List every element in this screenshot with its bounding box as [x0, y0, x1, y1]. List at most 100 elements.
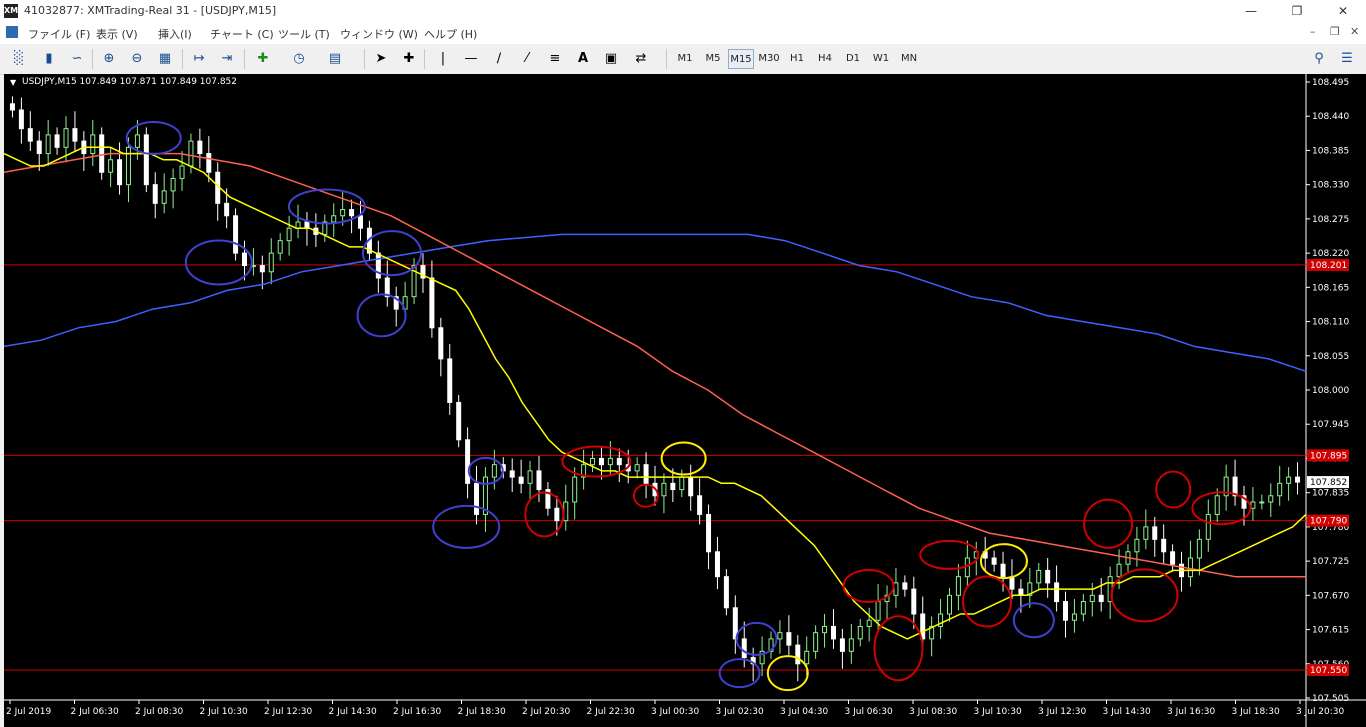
candle-body: [848, 638, 854, 652]
zoom-out-icon[interactable]: ⊖: [126, 48, 148, 70]
candle-body: [902, 582, 908, 590]
restore-button[interactable]: ❐: [1274, 0, 1320, 22]
candle-body: [54, 134, 60, 148]
candle-body: [286, 227, 292, 242]
candle-body: [1187, 557, 1193, 578]
candle-body: [616, 457, 622, 466]
price-tick-label: 108.495: [1312, 78, 1349, 88]
menu-insert[interactable]: 挿入(I): [158, 26, 192, 42]
menu-chart[interactable]: チャート (C): [210, 26, 274, 42]
menu-file[interactable]: ファイル (F): [28, 26, 90, 42]
text-icon[interactable]: A: [572, 48, 594, 70]
candle-body: [1143, 526, 1149, 540]
close-button[interactable]: ✕: [1320, 0, 1366, 22]
time-tick-label: 2 Jul 20:30: [522, 707, 571, 717]
timeframe-mn[interactable]: MN: [896, 49, 922, 69]
price-tick-label: 108.275: [1312, 215, 1349, 225]
timeframe-m1[interactable]: M1: [672, 49, 698, 69]
vertical-line-icon[interactable]: |: [432, 48, 454, 70]
time-tick-label: 3 Jul 18:30: [1232, 707, 1281, 717]
auto-scroll-icon[interactable]: ↦: [188, 48, 210, 70]
tile-windows-icon[interactable]: ▦: [154, 48, 176, 70]
candle-body: [491, 464, 497, 478]
mdi-close-button[interactable]: ✕: [1350, 25, 1359, 38]
templates-icon[interactable]: ▤: [324, 48, 346, 70]
menu-help[interactable]: ヘルプ (H): [424, 26, 477, 42]
equidistant-channel-icon[interactable]: ⁄: [516, 48, 538, 70]
candle-body: [786, 632, 792, 646]
time-tick-label: 2 Jul 22:30: [587, 707, 636, 717]
timeframe-m30[interactable]: M30: [756, 49, 782, 69]
price-tick-label: 108.055: [1312, 352, 1349, 362]
price-tick-label: 107.945: [1312, 420, 1349, 430]
minimize-button[interactable]: —: [1228, 0, 1274, 22]
candle-body: [90, 134, 96, 155]
candle-body: [1250, 501, 1256, 509]
time-tick-label: 3 Jul 02:30: [716, 707, 765, 717]
timeframe-m15[interactable]: M15: [728, 49, 754, 69]
mdi-restore-button[interactable]: ❐: [1330, 25, 1340, 38]
menu-tools[interactable]: ツール (T): [278, 26, 330, 42]
fibonacci-icon[interactable]: ≡: [544, 48, 566, 70]
price-tick-label: 108.385: [1312, 146, 1349, 156]
candle-body: [152, 184, 158, 204]
trendline-icon[interactable]: ∕: [488, 48, 510, 70]
candle-body: [607, 457, 613, 466]
price-tick-label: 107.835: [1312, 489, 1349, 499]
candlestick-chart-icon[interactable]: ▮: [38, 48, 60, 70]
menu-icon[interactable]: ☰: [1336, 48, 1358, 70]
chart-shift-icon[interactable]: ⇥: [216, 48, 238, 70]
candle-body: [188, 140, 194, 167]
symbol-info: USDJPY,M15 107.849 107.871 107.849 107.8…: [22, 77, 238, 87]
candle-body: [349, 209, 355, 217]
arrows-icon[interactable]: ⇄: [630, 48, 652, 70]
candle-body: [117, 159, 123, 186]
chart-dropdown-icon[interactable]: ▼: [10, 78, 16, 87]
text-label-icon[interactable]: ▣: [600, 48, 622, 70]
indicators-icon[interactable]: ✚: [252, 48, 274, 70]
candle-body: [99, 134, 105, 173]
chart-window[interactable]: 108.495 108.440 108.385 108.330 108.275 108.2…: [4, 74, 1366, 727]
candle-body: [723, 576, 729, 609]
crosshair-icon[interactable]: ✚: [398, 48, 420, 70]
candle-body: [161, 190, 167, 204]
timeframe-h1[interactable]: H1: [784, 49, 810, 69]
candle-body: [233, 215, 239, 254]
line-chart-icon[interactable]: ∽: [66, 48, 88, 70]
candle-body: [1286, 476, 1292, 484]
price-chart[interactable]: 108.495 108.440 108.385 108.330 108.275 108.2…: [4, 74, 1366, 727]
candle-body: [340, 209, 346, 217]
timeframe-h4[interactable]: H4: [812, 49, 838, 69]
mdi-minimize-button[interactable]: –: [1310, 25, 1316, 38]
zoom-in-icon[interactable]: ⊕: [98, 48, 120, 70]
timeframe-m5[interactable]: M5: [700, 49, 726, 69]
candle-body: [572, 476, 578, 503]
candle-body: [134, 134, 140, 148]
menu-view[interactable]: 表示 (V): [96, 26, 138, 42]
candle-body: [706, 513, 712, 553]
annotation-circle: [287, 188, 366, 225]
timeframe-w1[interactable]: W1: [868, 49, 894, 69]
slow-moving-average-line: [4, 233, 1307, 373]
annotation-circle: [919, 539, 980, 570]
horizontal-line-icon[interactable]: —: [460, 48, 482, 70]
menu-app-icon[interactable]: [6, 26, 18, 38]
search-icon[interactable]: ⚲: [1308, 48, 1330, 70]
periods-clock-icon[interactable]: ◷: [288, 48, 310, 70]
candle-body: [1196, 538, 1202, 559]
candle-body: [1259, 501, 1265, 504]
candle-body: [661, 482, 667, 497]
candle-body: [1161, 538, 1167, 553]
time-tick-label: 2 Jul 14:30: [329, 707, 378, 717]
candle-body: [795, 644, 801, 665]
time-tick-label: 3 Jul 08:30: [909, 707, 958, 717]
bar-chart-icon[interactable]: ░: [8, 48, 30, 70]
timeframe-d1[interactable]: D1: [840, 49, 866, 69]
time-tick-label: 3 Jul 06:30: [845, 707, 894, 717]
candle-body: [143, 134, 149, 186]
cursor-icon[interactable]: ➤: [370, 48, 392, 70]
menu-window[interactable]: ウィンドウ (W): [340, 26, 418, 42]
time-tick-label: 3 Jul 10:30: [974, 707, 1023, 717]
candle-body: [1089, 594, 1095, 603]
price-line-label: 107.895: [1310, 451, 1347, 461]
